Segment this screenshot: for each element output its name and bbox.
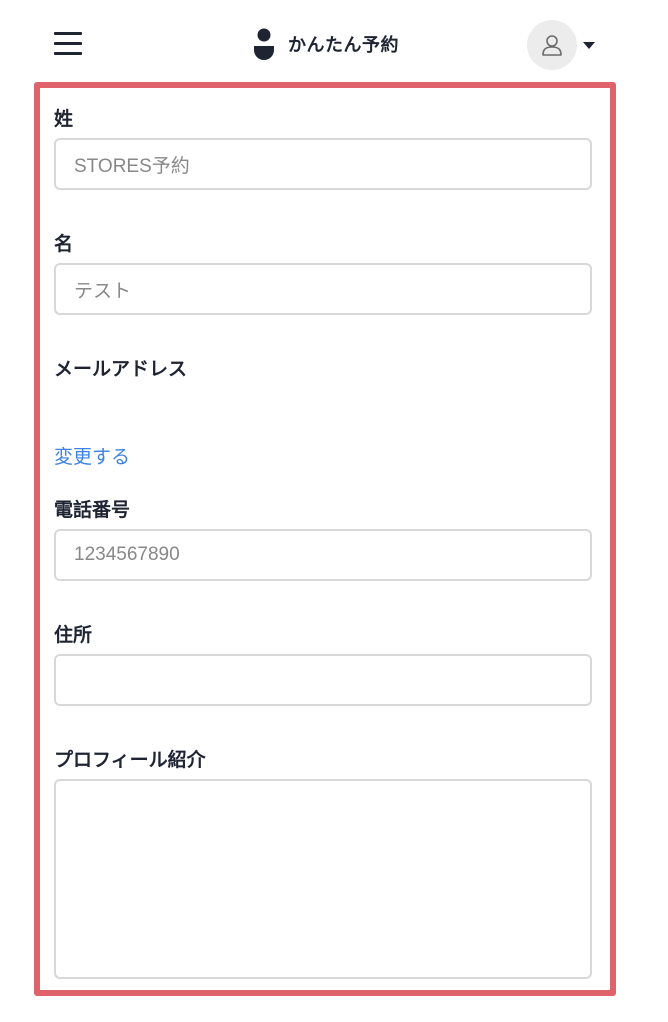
profile-label: プロフィール紹介: [54, 749, 206, 771]
email-label: メールアドレス: [54, 358, 188, 380]
user-icon: [542, 35, 562, 56]
profile-textarea[interactable]: [54, 779, 592, 979]
first-name-input[interactable]: テスト: [54, 263, 592, 315]
brand-name: かんたん予約: [288, 35, 399, 56]
last-name-label: 姓: [54, 108, 74, 130]
address-label: 住所: [54, 624, 93, 646]
hamburger-line: [54, 32, 82, 35]
brand[interactable]: かんたん予約: [254, 26, 399, 62]
address-input[interactable]: [54, 654, 592, 706]
brand-logo-icon: [254, 28, 274, 60]
hamburger-menu-icon[interactable]: [54, 32, 82, 56]
change-email-link[interactable]: 変更する: [54, 442, 130, 469]
user-menu-button[interactable]: [527, 20, 595, 70]
avatar: [527, 20, 577, 70]
phone-input[interactable]: 1234567890: [54, 529, 592, 581]
hamburger-line: [54, 52, 82, 55]
hamburger-line: [54, 42, 82, 45]
chevron-down-icon: [583, 41, 595, 49]
last-name-input[interactable]: STORES予約: [54, 138, 592, 190]
app-header: かんたん予約: [0, 0, 668, 88]
first-name-label: 名: [54, 233, 74, 255]
phone-label: 電話番号: [54, 499, 131, 521]
